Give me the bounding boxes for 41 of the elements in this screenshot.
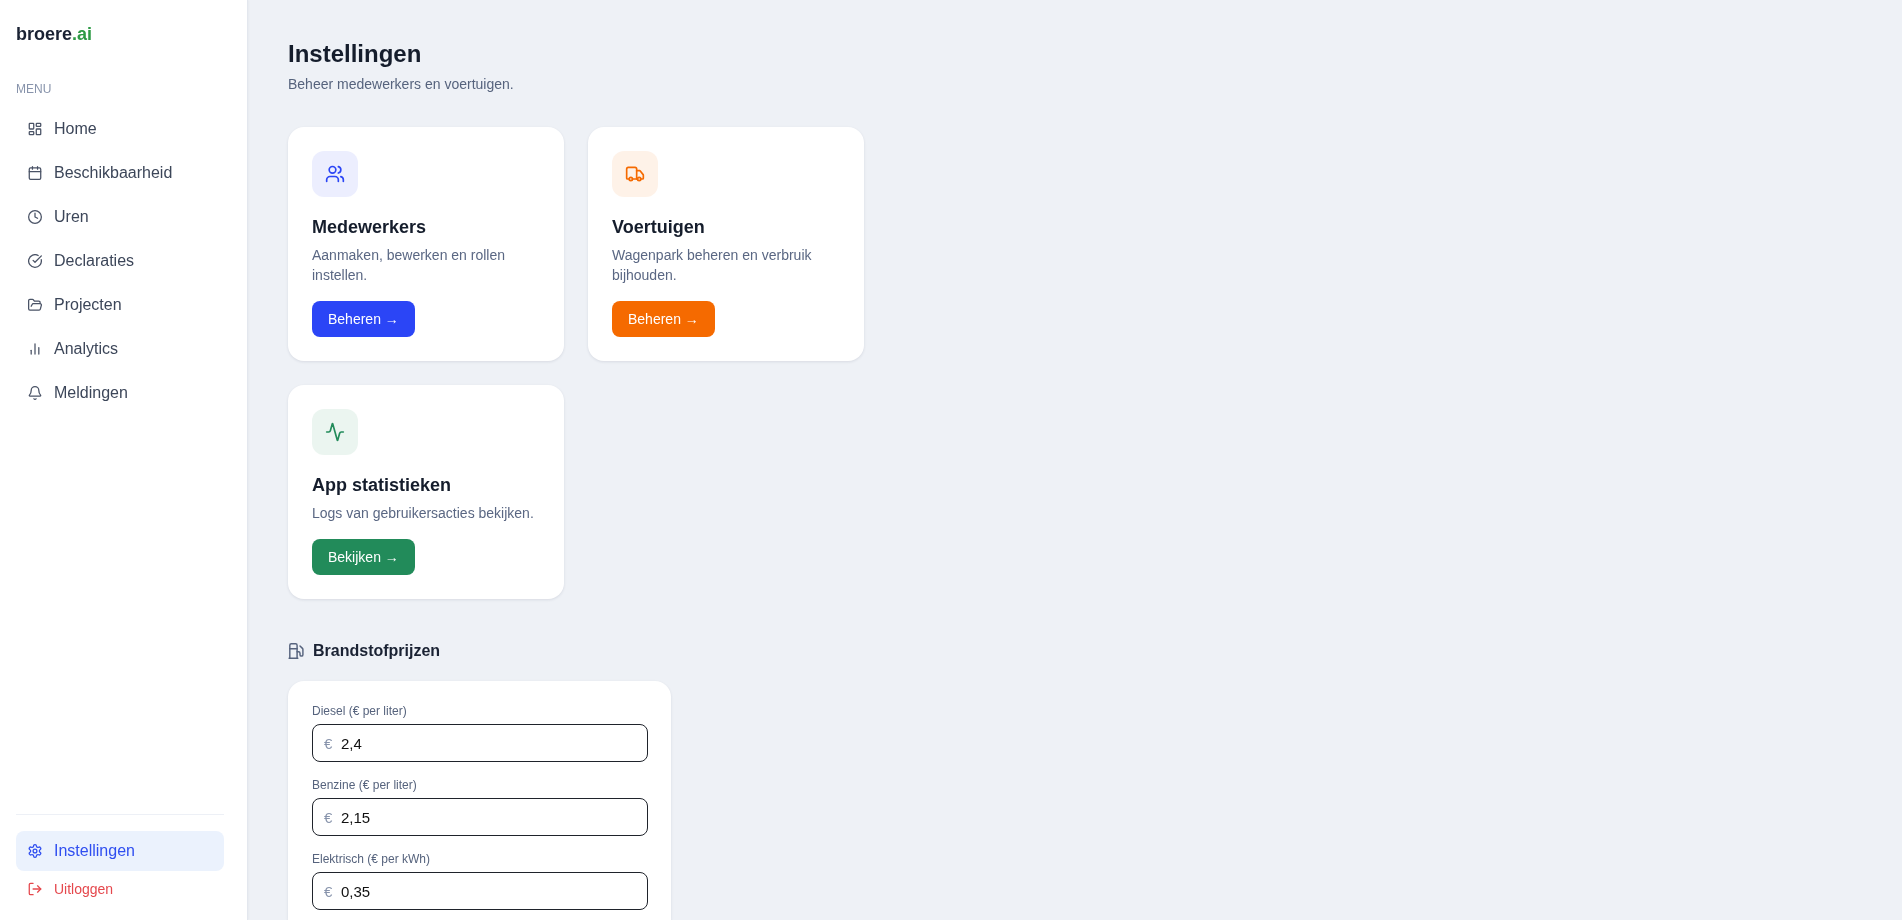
nav-item[interactable]: Declaraties	[16, 241, 224, 281]
field-label: Elektrisch (€ per kWh)	[312, 851, 431, 867]
fuel-pump-icon	[288, 643, 304, 659]
page-title: Instellingen	[288, 39, 422, 69]
nav-item[interactable]: Beschikbaarheid	[16, 153, 224, 193]
nav-item[interactable]: Instellingen	[16, 831, 224, 871]
nav-item[interactable]: Meldingen	[16, 373, 224, 413]
card-title: App statistieken	[312, 474, 452, 497]
grid-icon	[28, 122, 42, 136]
card-description: Logs van gebruikersacties bekijken.	[312, 504, 534, 523]
section-title: Brandstofprijzen	[313, 641, 441, 661]
logout-button[interactable]: Uitloggen	[16, 875, 126, 903]
card-title: Medewerkers	[312, 216, 427, 239]
action-button[interactable]: Bekijken →	[312, 539, 415, 575]
card-description: Aanmaken, bewerken en rollen instellen.	[312, 246, 506, 285]
folder-icon	[28, 298, 42, 312]
menu-heading: MENU	[16, 82, 52, 96]
bell-icon	[28, 386, 42, 400]
check-circle-icon	[28, 254, 42, 268]
nav-item[interactable]: Projecten	[16, 285, 224, 325]
action-button[interactable]: Beheren →	[312, 301, 415, 337]
page-subtitle: Beheer medewerkers en voertuigen.	[288, 75, 514, 93]
field-label: Diesel (€ per liter)	[312, 703, 407, 719]
price-input[interactable]: € 0,35	[312, 872, 648, 910]
nav-item[interactable]: Uren	[16, 197, 224, 237]
users-icon	[312, 151, 358, 197]
nav-item[interactable]: Home	[16, 109, 224, 149]
settings-icon	[28, 844, 42, 858]
pulse-icon	[312, 409, 358, 455]
field-label: Benzine (€ per liter)	[312, 777, 417, 793]
card-description: Wagenpark beheren en verbruik bijhouden.	[612, 246, 813, 285]
price-input[interactable]: € 2,15	[312, 798, 648, 836]
logout-icon	[28, 882, 42, 896]
card-title: Voertuigen	[612, 216, 705, 239]
calendar-icon	[28, 166, 42, 180]
price-input[interactable]: € 2,4	[312, 724, 648, 762]
logo: broere.ai	[16, 23, 93, 45]
bar-chart-icon	[28, 342, 42, 356]
truck-icon	[612, 151, 658, 197]
clock-icon	[28, 210, 42, 224]
nav-item[interactable]: Analytics	[16, 329, 224, 369]
